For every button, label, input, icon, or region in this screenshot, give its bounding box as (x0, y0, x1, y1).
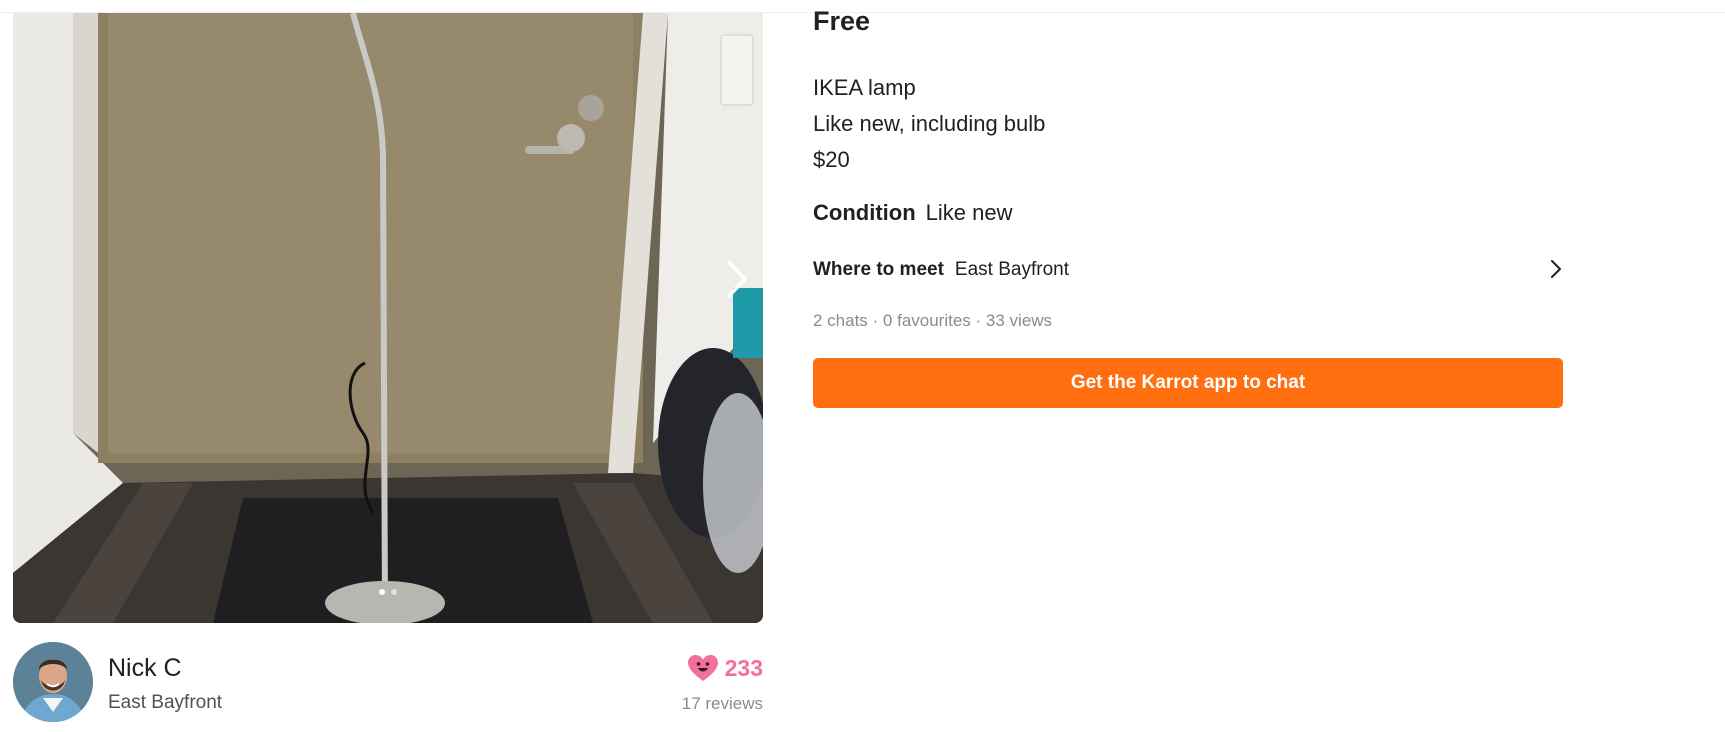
condition-label: Condition (813, 200, 916, 225)
heart-face-icon (687, 655, 718, 681)
listing-photo (13, 13, 763, 623)
pagination-dot[interactable] (379, 589, 385, 595)
next-image-button[interactable] (719, 249, 755, 309)
seller-name[interactable]: Nick C (108, 654, 182, 683)
chevron-right-icon (1551, 260, 1561, 278)
avatar[interactable] (13, 642, 93, 722)
seller-location: East Bayfront (108, 692, 223, 713)
gallery-pagination (13, 589, 763, 595)
description-line: $20 (813, 147, 850, 172)
where-to-meet-row[interactable]: Where to meet East Bayfront (813, 255, 1563, 285)
reviews-link[interactable]: 17 reviews (682, 694, 763, 714)
listing-description: IKEA lamp Like new, including bulb $20 (813, 70, 1045, 178)
listing-stats: 2 chats · 0 favourites · 33 views (813, 311, 1053, 330)
manner-temperature: 233 (687, 654, 763, 682)
manner-temp-value: 233 (724, 654, 763, 681)
condition-value: Like new (925, 200, 1013, 225)
pagination-dot[interactable] (391, 589, 397, 595)
seller-avatar-image (13, 642, 93, 722)
meet-value: East Bayfront (954, 259, 1069, 280)
price: Free (813, 6, 871, 36)
description-line: IKEA lamp (813, 75, 916, 100)
seller-card[interactable]: Nick C East Bayfront 233 17 reviews (13, 642, 763, 724)
condition-row: Condition Like new (813, 200, 1012, 226)
description-line: Like new, including bulb (813, 111, 1046, 136)
chevron-right-icon (727, 260, 747, 298)
meet-label: Where to meet (813, 259, 944, 280)
get-app-to-chat-button[interactable]: Get the Karrot app to chat (813, 358, 1563, 408)
image-gallery[interactable] (13, 13, 763, 623)
